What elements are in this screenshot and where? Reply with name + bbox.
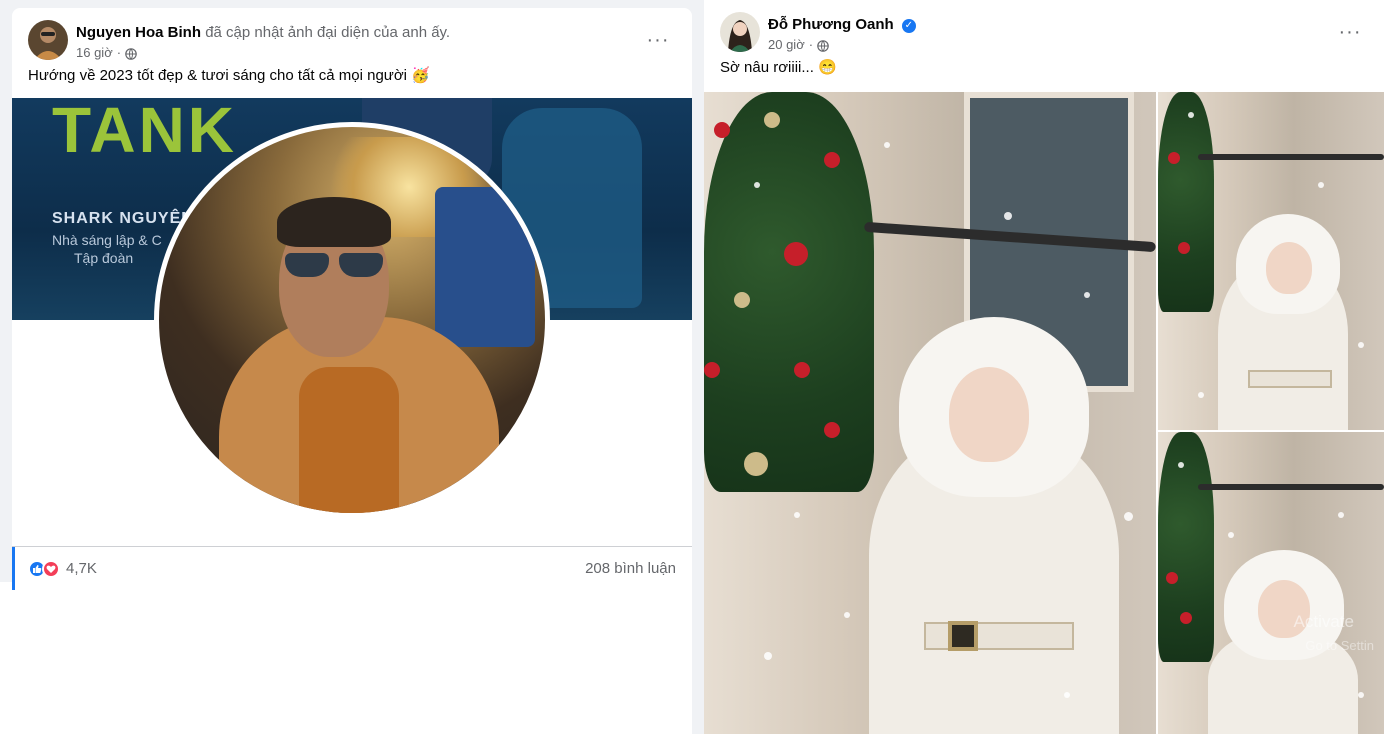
photo-main[interactable]: [704, 92, 1156, 734]
cover-subtitle-1: Nhà sáng lập & C: [52, 232, 162, 248]
comment-count-link[interactable]: 208 bình luận: [585, 560, 676, 577]
author-name-link[interactable]: Nguyen Hoa Binh: [76, 24, 201, 41]
sunglasses: [285, 253, 385, 277]
post-action-text: đã cập nhật ảnh đại diện của anh ấy.: [205, 24, 451, 41]
profile-bg-window: [435, 187, 535, 347]
author-name-link[interactable]: Đỗ Phương Oanh: [768, 16, 894, 33]
post-timestamp[interactable]: 20 giờ: [768, 36, 805, 54]
profile-picture[interactable]: [154, 122, 550, 518]
profile-person-hair: [277, 197, 391, 247]
globe-icon: [125, 47, 137, 60]
windows-activation-watermark: Activate: [1293, 612, 1354, 631]
cover-subtitle-2: Tập đoàn: [74, 250, 134, 266]
love-reaction-icon: [42, 559, 60, 578]
photo-thumbnail-2[interactable]: [1158, 92, 1384, 430]
feed-post-profile-update: Nguyen Hoa Binh đã cập nhật ảnh đại diện…: [12, 8, 692, 734]
globe-icon: [817, 39, 829, 52]
face: [949, 367, 1029, 462]
post-caption: Sờ nâu rơiiii... 😁: [720, 59, 837, 76]
photo-thumbnail-3[interactable]: [1158, 432, 1384, 734]
post-caption: Hướng về 2023 tốt đẹp & tươi sáng cho tấ…: [28, 67, 430, 84]
feed-gap: [692, 0, 704, 734]
author-line: Nguyen Hoa Binh đã cập nhật ảnh đại diện…: [76, 23, 450, 43]
photo-grid: [704, 92, 1384, 734]
belt: [924, 622, 1074, 650]
author-avatar[interactable]: [720, 12, 760, 52]
reaction-icons[interactable]: [28, 559, 60, 578]
post-header: Đỗ Phương Oanh ✓ 20 giờ · ···: [720, 12, 1368, 56]
verified-badge-icon: ✓: [901, 19, 916, 33]
author-avatar[interactable]: [28, 20, 68, 60]
post-timestamp[interactable]: 16 giờ: [76, 44, 113, 62]
windows-activation-hint: Go to Settin: [1305, 638, 1374, 653]
profile-person-sweater: [299, 367, 399, 513]
more-options-button[interactable]: ···: [640, 22, 676, 58]
post-meta: 20 giờ ·: [768, 36, 829, 54]
feed-post-photos: Đỗ Phương Oanh ✓ 20 giờ · ··· Sờ nâu rơi…: [704, 0, 1384, 734]
reaction-count[interactable]: 4,7K: [66, 560, 97, 577]
post-stats: 4,7K 208 bình luận: [12, 546, 692, 590]
christmas-tree: [704, 92, 874, 492]
author-line: Đỗ Phương Oanh ✓: [768, 15, 916, 35]
post-meta: 16 giờ ·: [76, 44, 137, 62]
post-header: Nguyen Hoa Binh đã cập nhật ảnh đại diện…: [28, 20, 676, 64]
more-options-button[interactable]: ···: [1332, 14, 1368, 50]
cover-name-text: SHARK NGUYÊN: [52, 210, 194, 227]
cover-title-text: TANK: [52, 98, 237, 166]
